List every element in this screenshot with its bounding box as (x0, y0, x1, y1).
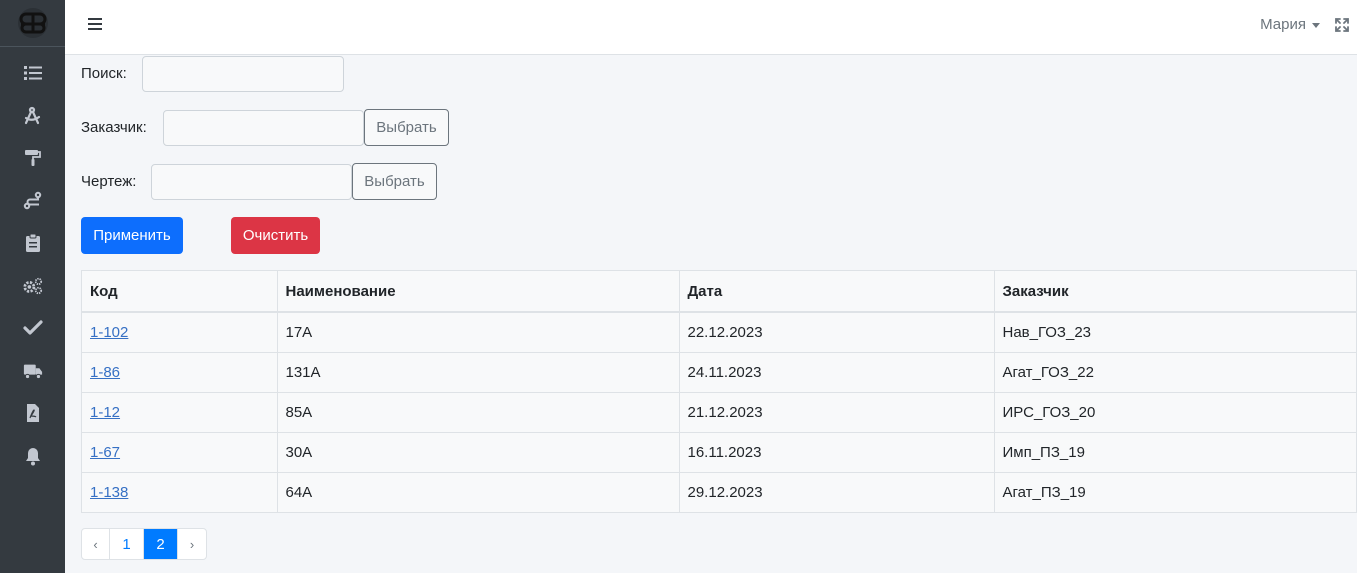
pagination: ‹ 1 2 › (81, 528, 207, 560)
column-header-customer[interactable]: Заказчик (994, 271, 1356, 313)
cell-code: 1-12 (82, 392, 278, 433)
chevron-down-icon (1312, 22, 1320, 28)
pagination-prev-button[interactable]: ‹ (82, 529, 110, 559)
file-pdf-icon (26, 404, 39, 423)
top-navbar: Мария (65, 0, 1357, 55)
paint-roller-icon (24, 150, 41, 167)
sidebar-item-compass[interactable] (0, 95, 65, 138)
cell-customer: Имп_ПЗ_19 (994, 432, 1356, 473)
search-input[interactable] (142, 56, 344, 92)
column-header-name[interactable]: Наименование (277, 271, 680, 313)
sidebar (0, 0, 65, 573)
customer-label: Заказчик: (81, 119, 147, 136)
drawing-input[interactable] (151, 164, 352, 200)
code-link[interactable]: 1-102 (90, 324, 128, 341)
cell-code: 1-67 (82, 432, 278, 473)
search-label: Поиск: (81, 65, 127, 82)
table-row: 1-138 64А 29.12.2023 Агат_ПЗ_19 (82, 472, 1356, 512)
customer-input[interactable] (163, 110, 364, 146)
cogs-icon (22, 277, 42, 294)
bell-icon (25, 447, 40, 466)
sidebar-item-truck[interactable] (0, 350, 65, 393)
sidebar-item-settings[interactable] (0, 265, 65, 308)
cell-code: 1-138 (82, 472, 278, 512)
sidebar-item-list[interactable] (0, 52, 65, 95)
hamburger-menu-icon[interactable] (88, 17, 102, 31)
list-icon (23, 66, 42, 81)
table-header-row: Код Наименование Дата Заказчик (82, 271, 1356, 313)
column-header-code[interactable]: Код (82, 271, 278, 313)
table-row: 1-102 17А 22.12.2023 Нав_ГОЗ_23 (82, 312, 1356, 353)
sidebar-item-route[interactable] (0, 180, 65, 223)
drafting-compass-icon (24, 106, 40, 124)
cell-name: 17А (277, 312, 680, 353)
code-link[interactable]: 1-138 (90, 484, 128, 501)
cell-date: 24.11.2023 (679, 352, 995, 393)
route-icon (23, 191, 41, 209)
cell-date: 21.12.2023 (679, 392, 995, 433)
pagination-page-2[interactable]: 2 (144, 529, 178, 559)
user-menu-dropdown[interactable]: Мария (1260, 16, 1320, 33)
sidebar-item-notifications[interactable] (0, 435, 65, 478)
column-header-date[interactable]: Дата (679, 271, 995, 313)
pagination-next-button[interactable]: › (178, 529, 206, 559)
drawing-select-button[interactable]: Выбрать (352, 163, 437, 200)
cell-code: 1-86 (82, 352, 278, 393)
clear-button[interactable]: Очистить (231, 217, 320, 254)
sidebar-item-check[interactable] (0, 307, 65, 350)
table-row: 1-12 85А 21.12.2023 ИРС_ГОЗ_20 (82, 392, 1356, 433)
logo-icon[interactable] (17, 7, 49, 39)
cell-date: 16.11.2023 (679, 432, 995, 473)
table-row: 1-86 131А 24.11.2023 Агат_ГОЗ_22 (82, 352, 1356, 393)
code-link[interactable]: 1-67 (90, 444, 120, 461)
cell-name: 85А (277, 392, 680, 433)
cell-date: 29.12.2023 (679, 472, 995, 512)
table-row: 1-67 30А 16.11.2023 Имп_ПЗ_19 (82, 432, 1356, 473)
cell-customer: Агат_ГОЗ_22 (994, 352, 1356, 393)
clipboard-icon (25, 233, 40, 253)
code-link[interactable]: 1-86 (90, 364, 120, 381)
customer-select-button[interactable]: Выбрать (364, 109, 449, 146)
cell-customer: ИРС_ГОЗ_20 (994, 392, 1356, 433)
cell-name: 131А (277, 352, 680, 393)
apply-button[interactable]: Применить (81, 217, 183, 254)
cell-date: 22.12.2023 (679, 312, 995, 353)
fullscreen-icon[interactable] (1335, 18, 1349, 32)
truck-icon (23, 364, 42, 379)
cell-customer: Нав_ГОЗ_23 (994, 312, 1356, 353)
sidebar-item-documents[interactable] (0, 392, 65, 435)
cell-customer: Агат_ПЗ_19 (1002, 483, 1086, 501)
code-link[interactable]: 1-12 (90, 404, 120, 421)
check-icon (22, 320, 43, 335)
user-name: Мария (1260, 16, 1306, 33)
pagination-page-1[interactable]: 1 (110, 529, 144, 559)
cell-name: 64А (277, 472, 680, 512)
cell-code: 1-102 (82, 312, 278, 353)
drawing-label: Чертеж: (81, 173, 137, 190)
sidebar-item-paint[interactable] (0, 137, 65, 180)
sidebar-item-clipboard[interactable] (0, 222, 65, 265)
results-table: Код Наименование Дата Заказчик 1-102 17А… (81, 270, 1357, 513)
cell-name: 30А (277, 432, 680, 473)
logo-area (0, 0, 65, 47)
